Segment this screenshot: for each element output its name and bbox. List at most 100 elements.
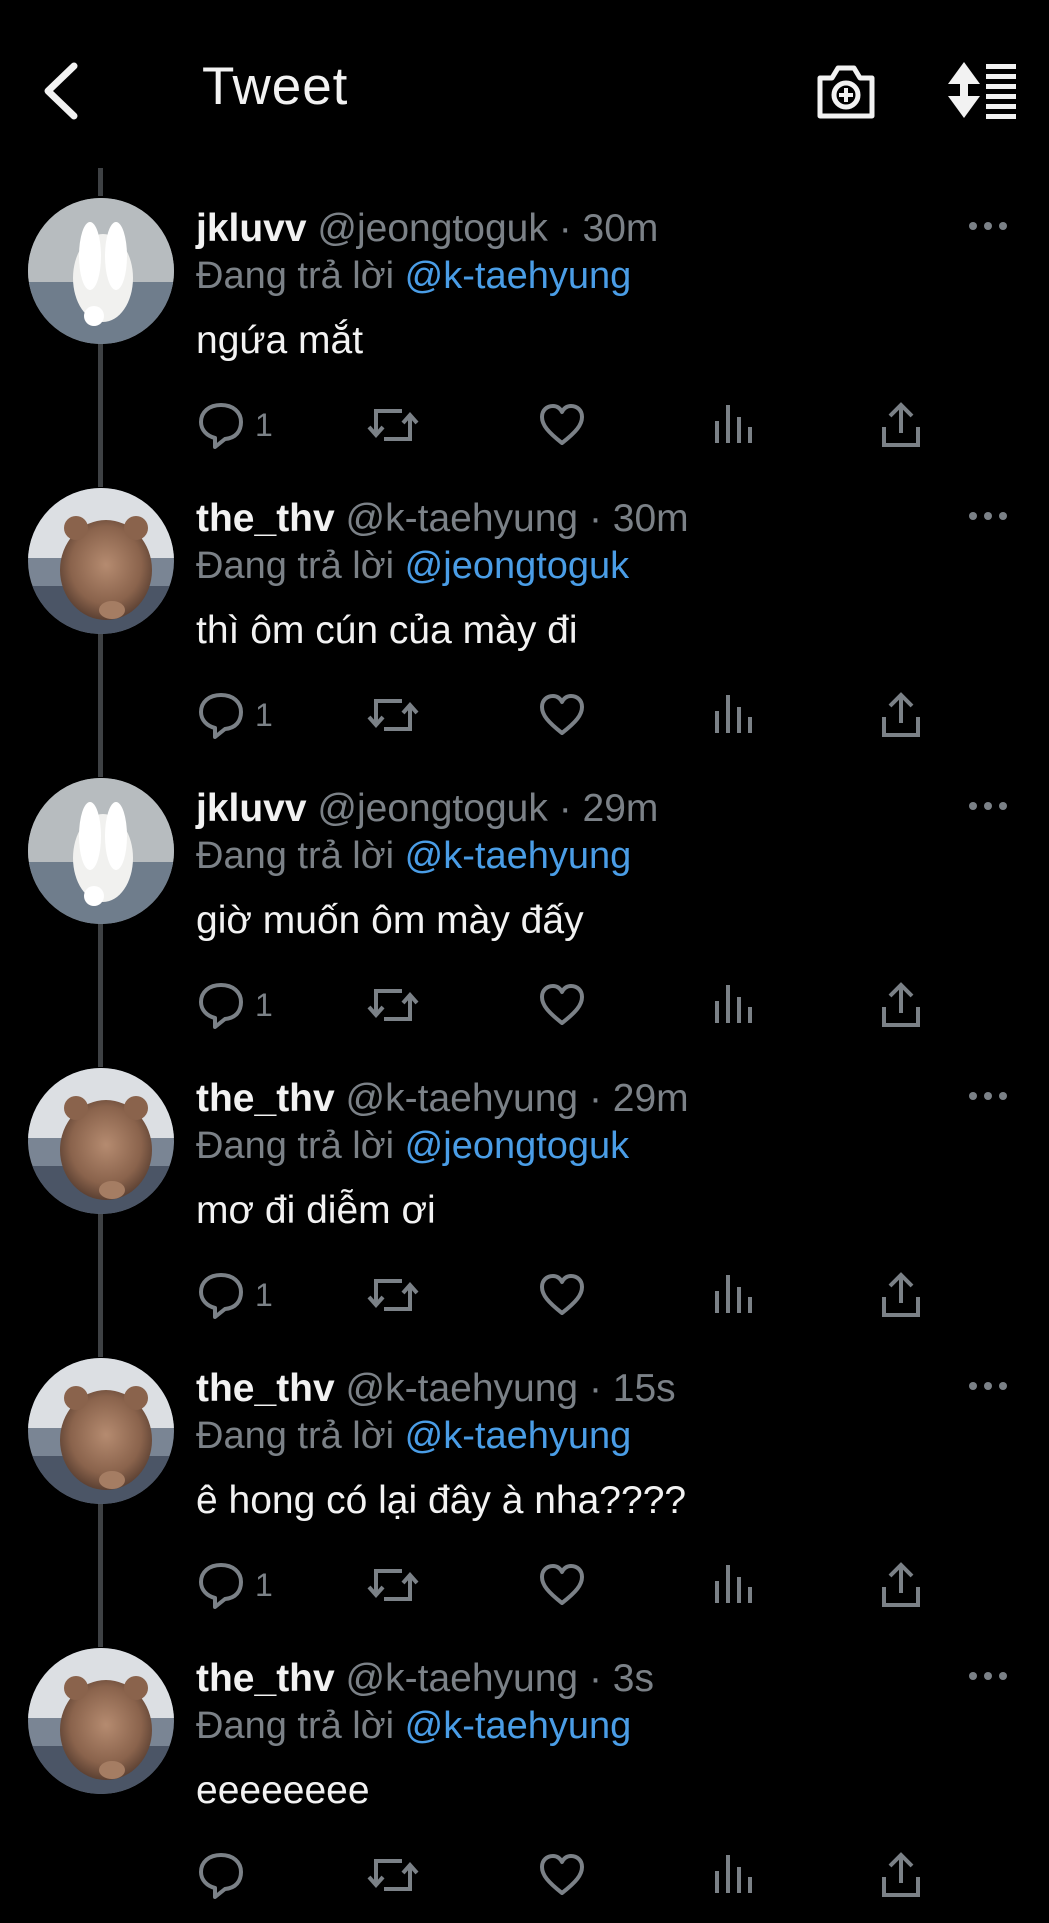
retweet-button[interactable] [366, 399, 420, 451]
reply-bubble-icon [199, 1853, 243, 1899]
replying-to: Đang trả lời @k-taehyung [196, 1415, 631, 1458]
reply-bubble-icon [199, 1273, 243, 1319]
tweet-text: ngứa mắt [196, 319, 364, 362]
reply-mention-link[interactable]: @jeongtoguk [405, 1125, 630, 1167]
user-line: the_thv @k-taehyung · 3s [196, 1657, 654, 1701]
retweet-icon [367, 699, 419, 731]
more-horizontal-icon [969, 512, 1007, 520]
reply-prefix: Đang trả lời [196, 545, 395, 587]
share-button[interactable] [880, 1559, 922, 1611]
reply-mention-link[interactable]: @k-taehyung [405, 835, 632, 877]
tweet[interactable]: the_thv @k-taehyung · 29m Đang trả lời @… [0, 1053, 1049, 1343]
share-button[interactable] [880, 399, 922, 451]
reply-prefix: Đang trả lời [196, 1705, 395, 1747]
reply-prefix: Đang trả lời [196, 835, 395, 877]
retweet-button[interactable] [366, 689, 420, 741]
reply-count: 1 [255, 1567, 273, 1603]
reply-mention-link[interactable]: @k-taehyung [405, 255, 632, 297]
retweet-icon [367, 989, 419, 1021]
analytics-bars-icon [715, 1855, 752, 1893]
more-button[interactable] [968, 509, 1008, 523]
camera-button[interactable] [814, 62, 878, 122]
share-button[interactable] [880, 1849, 922, 1901]
reply-button[interactable]: 1 [197, 689, 317, 741]
reply-count: 1 [255, 407, 273, 443]
user-line: the_thv @k-taehyung · 15s [196, 1367, 676, 1411]
like-button[interactable] [538, 1269, 586, 1321]
separator-dot: · [588, 497, 602, 540]
more-button[interactable] [968, 1089, 1008, 1103]
timestamp: 29m [612, 1077, 689, 1120]
more-button[interactable] [968, 1379, 1008, 1393]
page-title: Tweet [202, 57, 349, 116]
more-button[interactable] [968, 799, 1008, 813]
avatar[interactable] [28, 198, 174, 344]
like-button[interactable] [538, 399, 586, 451]
analytics-button[interactable] [712, 689, 754, 741]
more-button[interactable] [968, 1669, 1008, 1683]
avatar[interactable] [28, 1068, 174, 1214]
user-handle: @k-taehyung [345, 1367, 579, 1410]
retweet-button[interactable] [366, 979, 420, 1031]
tweet[interactable]: jkluvv @jeongtoguk · 29m Đang trả lời @k… [0, 763, 1049, 1053]
heart-icon [540, 1854, 584, 1895]
user-handle: @jeongtoguk [317, 787, 548, 830]
more-horizontal-icon [969, 222, 1007, 230]
action-bar: 1 [0, 1269, 1049, 1321]
bear-avatar-icon [28, 1648, 174, 1794]
analytics-button[interactable] [712, 1559, 754, 1611]
analytics-button[interactable] [712, 1269, 754, 1321]
more-horizontal-icon [969, 1382, 1007, 1390]
analytics-button[interactable] [712, 399, 754, 451]
like-button[interactable] [538, 689, 586, 741]
replying-to: Đang trả lời @k-taehyung [196, 1705, 631, 1748]
display-name[interactable]: the_thv [196, 1657, 335, 1700]
like-button[interactable] [538, 979, 586, 1031]
action-bar: 1 [0, 1559, 1049, 1611]
separator-dot: · [558, 207, 572, 250]
back-button[interactable] [38, 58, 88, 124]
display-name[interactable]: the_thv [196, 1367, 335, 1410]
bear-avatar-icon [28, 488, 174, 634]
display-name[interactable]: jkluvv [196, 787, 307, 830]
like-button[interactable] [538, 1849, 586, 1901]
share-button[interactable] [880, 1269, 922, 1321]
reply-bubble-icon [199, 1563, 243, 1609]
sort-button[interactable] [944, 60, 1018, 122]
tweet[interactable]: the_thv @k-taehyung · 3s Đang trả lời @k… [0, 1633, 1049, 1923]
tweet[interactable]: the_thv @k-taehyung · 15s Đang trả lời @… [0, 1343, 1049, 1633]
share-button[interactable] [880, 979, 922, 1031]
reply-mention-link[interactable]: @jeongtoguk [405, 545, 630, 587]
reply-button[interactable]: 1 [197, 979, 317, 1031]
rabbit-avatar-icon [28, 778, 174, 924]
display-name[interactable]: jkluvv [196, 207, 307, 250]
more-button[interactable] [968, 219, 1008, 233]
analytics-button[interactable] [712, 979, 754, 1031]
reply-button[interactable] [197, 1849, 317, 1901]
reply-mention-link[interactable]: @k-taehyung [405, 1705, 632, 1747]
avatar[interactable] [28, 488, 174, 634]
separator-dot: · [588, 1657, 602, 1700]
reply-mention-link[interactable]: @k-taehyung [405, 1415, 632, 1457]
analytics-button[interactable] [712, 1849, 754, 1901]
display-name[interactable]: the_thv [196, 497, 335, 540]
reply-button[interactable]: 1 [197, 399, 317, 451]
display-name[interactable]: the_thv [196, 1077, 335, 1120]
analytics-bars-icon [715, 695, 752, 733]
avatar[interactable] [28, 1358, 174, 1504]
reply-button[interactable]: 1 [197, 1269, 317, 1321]
separator-dot: · [588, 1367, 602, 1410]
like-button[interactable] [538, 1559, 586, 1611]
avatar[interactable] [28, 778, 174, 924]
avatar[interactable] [28, 1648, 174, 1794]
tweet[interactable]: jkluvv @jeongtoguk · 30m Đang trả lời @k… [0, 183, 1049, 473]
tweet-text: mơ đi diễm ơi [196, 1189, 436, 1232]
tweet[interactable]: the_thv @k-taehyung · 30m Đang trả lời @… [0, 473, 1049, 763]
retweet-button[interactable] [366, 1849, 420, 1901]
retweet-button[interactable] [366, 1559, 420, 1611]
share-button[interactable] [880, 689, 922, 741]
share-upload-icon [882, 402, 920, 447]
reply-button[interactable]: 1 [197, 1559, 317, 1611]
retweet-button[interactable] [366, 1269, 420, 1321]
action-bar [0, 1849, 1049, 1901]
